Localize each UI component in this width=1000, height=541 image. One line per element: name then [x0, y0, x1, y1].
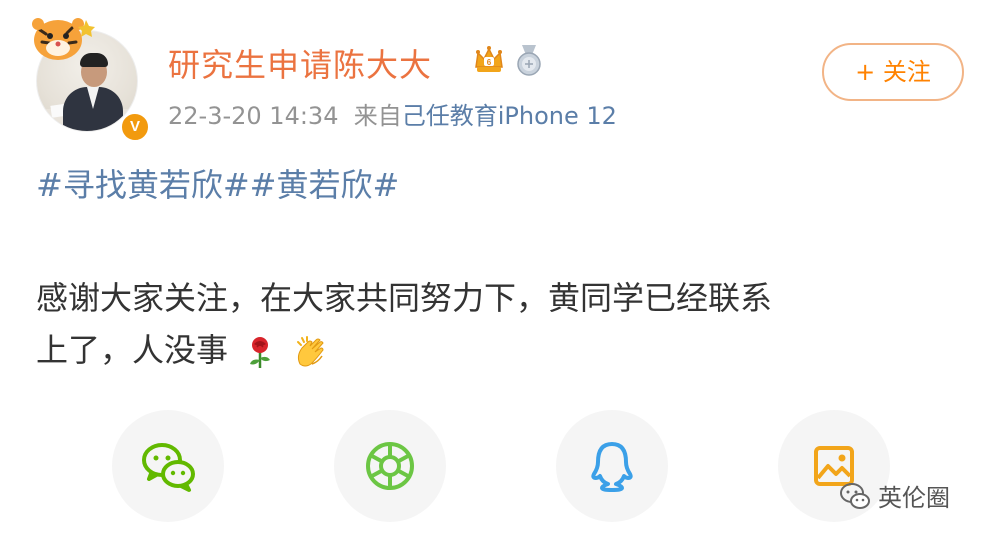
share-moments-button[interactable]: [334, 410, 446, 522]
source-device-link[interactable]: 己任教育iPhone 12: [402, 102, 617, 130]
wechat-icon: [142, 443, 195, 492]
username[interactable]: 研究生申请陈大大: [168, 40, 432, 86]
post-meta: 22-3-20 14:34 来自己任教育iPhone 12: [168, 96, 617, 131]
hashtag-link[interactable]: #黄若欣#: [250, 166, 400, 204]
rose-emoji-icon: [250, 337, 271, 368]
tiger-avatar-pendant-icon: [32, 18, 95, 60]
qq-icon: [591, 442, 633, 492]
weibo-post: V 研究生申请陈大大 6 22-3-20 14:34 来自己任教育iPhone …: [0, 0, 1000, 541]
hashtag-line: #寻找黄若欣##黄若欣#: [36, 160, 399, 206]
crown-vip-icon[interactable]: 6: [472, 43, 506, 77]
follow-button[interactable]: + 关注: [822, 43, 964, 101]
post-content: 感谢大家关注，在大家共同努力下，黄同学已经联系 上了，人没事: [36, 272, 966, 376]
post-text-line-2: 上了，人没事: [36, 324, 966, 376]
medal-icon[interactable]: [512, 43, 546, 77]
svg-text:6: 6: [487, 58, 492, 67]
post-text: 上了，人没事: [36, 331, 229, 369]
wechat-official-account-icon: [840, 482, 870, 509]
post-text-line: 感谢大家关注，在大家共同努力下，黄同学已经联系: [36, 279, 773, 317]
user-badges: 6: [472, 42, 546, 78]
verified-badge: V: [120, 112, 150, 142]
clapping-hands-emoji-icon: [297, 336, 324, 367]
share-wechat-button[interactable]: [112, 410, 224, 522]
share-qq-button[interactable]: [556, 410, 668, 522]
avatar-container[interactable]: V: [28, 14, 150, 142]
source-prefix: 来自: [353, 102, 402, 130]
post-timestamp: 22-3-20 14:34: [168, 102, 339, 130]
moments-icon: [366, 442, 414, 490]
watermark-text: 英伦圈: [878, 484, 950, 512]
hashtag-link[interactable]: #寻找黄若欣#: [36, 166, 250, 204]
source-watermark: 英伦圈: [838, 478, 950, 513]
